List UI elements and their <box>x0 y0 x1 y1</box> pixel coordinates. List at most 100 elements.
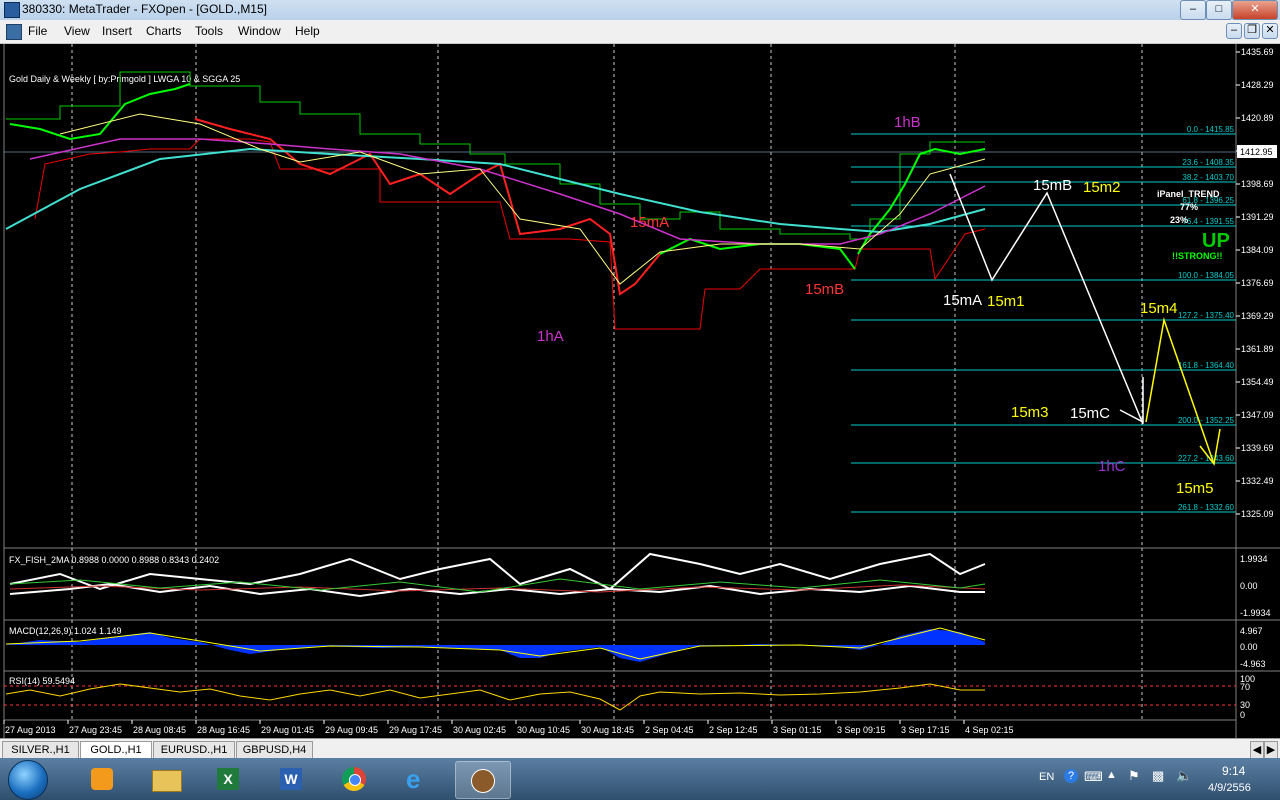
file-explorer-taskbar-icon[interactable] <box>139 761 193 797</box>
price-axis-label: 1369.29 <box>1241 311 1274 321</box>
wave-label-15mB-lower: 15mB <box>805 281 844 298</box>
network-tray-icon[interactable]: ▩ <box>1152 768 1164 784</box>
chrome-taskbar-icon[interactable] <box>328 761 382 797</box>
price-axis-label: 1384.09 <box>1241 245 1274 255</box>
tab-silver-h1[interactable]: SILVER.,H1 <box>2 741 79 759</box>
fib-level-label: 0.0 - 1415.85 <box>1187 125 1235 134</box>
wave-label-15m3: 15m3 <box>1011 404 1049 421</box>
time-axis-label: 27 Aug 2013 <box>5 725 56 735</box>
indicator-label: Gold Daily & Weekly [ by:Primgold ] LWGA… <box>9 74 240 84</box>
menu-window[interactable]: Window <box>238 24 281 38</box>
time-axis-label: 29 Aug 17:45 <box>389 725 442 735</box>
macd-axis-top: 4.967 <box>1240 626 1263 636</box>
price-axis-label: 1347.09 <box>1241 410 1274 420</box>
fib-level-label: 76.4 - 1391.55 <box>1182 217 1234 226</box>
chart-close-button[interactable]: ✕ <box>1262 23 1278 39</box>
help-tray-icon[interactable]: ? <box>1064 769 1078 783</box>
fish-axis-bottom: -1.9934 <box>1240 608 1271 618</box>
fish-axis-top: 1.9934 <box>1240 554 1268 564</box>
rsi-axis-70: 70 <box>1240 682 1250 692</box>
menu-file[interactable]: File <box>28 24 47 38</box>
metatrader-taskbar-icon[interactable] <box>455 761 511 799</box>
price-axis-label: 1325.09 <box>1241 509 1274 519</box>
wave-path-yellow <box>1145 317 1215 465</box>
time-axis-label: 4 Sep 02:15 <box>965 725 1014 735</box>
window-title: 380330: MetaTrader - FXOpen - [GOLD.,M15… <box>22 2 267 16</box>
macd-histogram <box>5 627 986 662</box>
price-series-upper-band <box>6 71 985 240</box>
wave-label-1hC: 1hC <box>1098 458 1126 475</box>
menu-insert[interactable]: Insert <box>102 24 132 38</box>
action-center-flag-icon[interactable]: ⚑ <box>1128 768 1140 784</box>
close-button[interactable]: ✕ <box>1232 0 1278 20</box>
current-price-label: 1412.95 <box>1240 147 1273 157</box>
time-axis-label: 2 Sep 04:45 <box>645 725 694 735</box>
wave-label-1hA: 1hA <box>537 328 564 345</box>
time-axis-label: 30 Aug 02:45 <box>453 725 506 735</box>
chart-doc-icon[interactable] <box>6 24 22 40</box>
wave-label-15m1: 15m1 <box>987 293 1025 310</box>
price-axis-label: 1435.69 <box>1241 47 1274 57</box>
price-candles <box>9 83 986 296</box>
time-axis-label: 3 Sep 01:15 <box>773 725 822 735</box>
tab-eurusd-h1[interactable]: EURUSD.,H1 <box>153 741 235 759</box>
wave-label-15m4: 15m4 <box>1140 300 1178 317</box>
wave-label-15mA: 15mA <box>943 292 982 309</box>
ipanel-direction: UP <box>1202 230 1230 252</box>
time-axis-label: 30 Aug 10:45 <box>517 725 570 735</box>
tab-gold-h1[interactable]: GOLD.,H1 <box>80 741 152 759</box>
price-axis-label: 1398.69 <box>1241 179 1274 189</box>
language-indicator[interactable]: EN <box>1039 771 1054 783</box>
time-axis-label: 30 Aug 18:45 <box>581 725 634 735</box>
chart-restore-button[interactable]: ❐ <box>1244 23 1260 39</box>
wave-label-1hB: 1hB <box>894 114 921 131</box>
price-axis-label: 1391.29 <box>1241 212 1274 222</box>
tab-gbpusd-h4[interactable]: GBPUSD,H4 <box>236 741 313 759</box>
media-player-taskbar-icon[interactable] <box>76 761 130 797</box>
chart-area[interactable]: 1435.691428.291420.891406.091398.691391.… <box>0 44 1280 738</box>
time-axis-label: 2 Sep 12:45 <box>709 725 758 735</box>
chart-tabs-bar: SILVER.,H1 GOLD.,H1 EURUSD.,H1 GBPUSD,H4… <box>0 738 1280 759</box>
tabs-scroll-right-button[interactable]: ▶ <box>1264 741 1278 759</box>
price-axis-label: 1354.49 <box>1241 377 1274 387</box>
price-axis-label: 1339.69 <box>1241 443 1274 453</box>
menu-tools[interactable]: Tools <box>195 24 223 38</box>
internet-explorer-taskbar-icon[interactable]: e <box>391 761 445 797</box>
wave-label-15mA-upper: 15mA <box>630 214 669 231</box>
menu-view[interactable]: View <box>64 24 90 38</box>
tabs-scroll-left-button[interactable]: ◀ <box>1250 741 1264 759</box>
excel-taskbar-icon[interactable]: X <box>202 761 256 797</box>
wave-label-15m5: 15m5 <box>1176 480 1214 497</box>
rsi-indicator-label: RSI(14) 59.5494 <box>9 676 75 686</box>
minimize-button[interactable]: – <box>1180 0 1206 20</box>
volume-tray-icon[interactable]: 🔈 <box>1176 768 1192 784</box>
time-axis-label: 29 Aug 09:45 <box>325 725 378 735</box>
fish-indicator-label: FX_FISH_2MA 0.8988 0.0000 0.8988 0.8343 … <box>9 555 219 565</box>
wave-label-15mB: 15mB <box>1033 177 1072 194</box>
word-taskbar-icon[interactable]: W <box>265 761 319 797</box>
macd-indicator-label: MACD(12,26,9) 1.024 1.149 <box>9 626 122 636</box>
moving-averages <box>5 113 986 285</box>
clock-time[interactable]: 9:14 <box>1222 764 1245 778</box>
windows-taskbar: X W e EN ? ⌨ ▲ ⚑ ▩ 🔈 9:14 4/9/2556 <box>0 758 1280 800</box>
ipanel-title: iPanel_TREND <box>1157 189 1220 199</box>
menu-charts[interactable]: Charts <box>146 24 181 38</box>
maximize-button[interactable]: □ <box>1206 0 1232 20</box>
metatrader-window: 380330: MetaTrader - FXOpen - [GOLD.,M15… <box>0 0 1280 800</box>
menu-bar: File View Insert Charts Tools Window Hel… <box>0 20 1280 44</box>
time-axis-label: 3 Sep 09:15 <box>837 725 886 735</box>
show-hidden-icons-icon[interactable]: ▲ <box>1106 769 1117 781</box>
time-axis-label: 27 Aug 23:45 <box>69 725 122 735</box>
fib-level-label: 23.6 - 1408.35 <box>1182 158 1234 167</box>
wave-label-15m2: 15m2 <box>1083 179 1121 196</box>
rsi-axis-0: 0 <box>1240 710 1245 720</box>
time-axis-label: 28 Aug 16:45 <box>197 725 250 735</box>
start-button[interactable] <box>8 760 48 800</box>
clock-date[interactable]: 4/9/2556 <box>1208 782 1251 794</box>
keyboard-tray-icon[interactable]: ⌨ <box>1084 769 1103 785</box>
menu-help[interactable]: Help <box>295 24 320 38</box>
fib-level-label: 200.0 - 1352.25 <box>1178 416 1235 425</box>
chart-minimize-button[interactable]: – <box>1226 23 1242 39</box>
macd-axis-mid: 0.00 <box>1240 642 1258 652</box>
wave-label-15mC: 15mC <box>1070 405 1110 422</box>
